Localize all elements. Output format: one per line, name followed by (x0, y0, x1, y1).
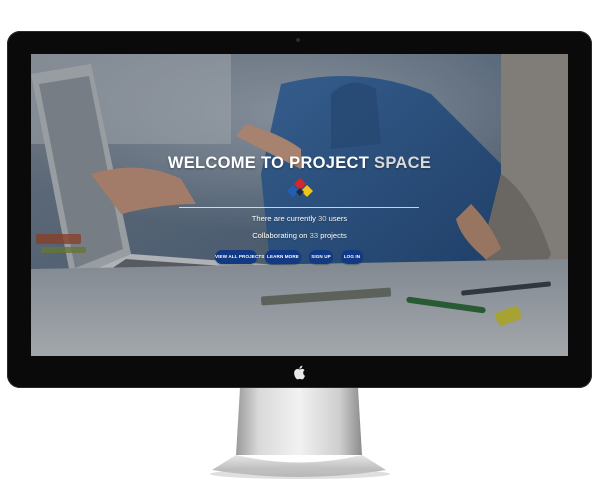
users-count-text: There are currently 30 users (31, 214, 568, 223)
learn-more-button[interactable]: LEARN MORE (265, 250, 301, 264)
title-accent: SPACE (374, 154, 432, 172)
projects-prefix: Collaborating on (252, 231, 310, 240)
camera-icon (296, 38, 300, 42)
projects-suffix: projects (318, 231, 347, 240)
users-prefix: There are currently (251, 214, 319, 223)
hero-button-group: VIEW ALL PROJECTS LEARN MORE SIGN UP LOG… (215, 250, 363, 264)
diamond-logo-icon (287, 178, 313, 197)
monitor-mockup: WELCOME TO PROJECT SPACE There are curre… (0, 0, 600, 500)
hero-section: WELCOME TO PROJECT SPACE There are curre… (31, 54, 568, 356)
apple-logo-icon (294, 365, 305, 380)
page-title: WELCOME TO PROJECT SPACE (31, 154, 568, 173)
users-count: 30 (318, 214, 327, 223)
screen: WELCOME TO PROJECT SPACE There are curre… (31, 54, 568, 356)
projects-count-text: Collaborating on 33 projects (31, 231, 568, 240)
hero-divider (179, 207, 419, 208)
title-main: WELCOME TO PROJECT (167, 154, 375, 172)
view-all-projects-button[interactable]: VIEW ALL PROJECTS (215, 250, 264, 264)
sign-up-button[interactable]: SIGN UP (309, 250, 333, 264)
log-in-button[interactable]: LOG IN (341, 250, 363, 264)
projects-count: 33 (309, 231, 319, 240)
users-suffix: users (326, 214, 348, 223)
